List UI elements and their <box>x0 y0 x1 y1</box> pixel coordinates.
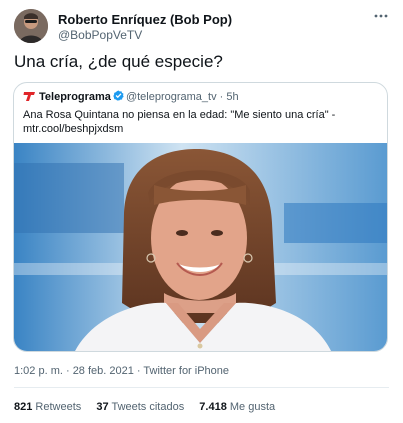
tweet-card: Roberto Enríquez (Bob Pop) @BobPopVeTV U… <box>0 0 403 423</box>
retweets-count: 821 <box>14 401 33 413</box>
retweets-stat[interactable]: 821 Retweets <box>14 401 81 413</box>
quoted-link[interactable]: mtr.cool/beshpjxdsm <box>23 122 363 136</box>
meta-separator: · <box>216 91 227 103</box>
more-horizontal-icon-glyph <box>374 14 388 18</box>
quoted-age[interactable]: 5h <box>226 91 238 103</box>
author-handle[interactable]: @BobPopVeTV <box>58 28 142 42</box>
more-horizontal-icon[interactable] <box>373 9 389 26</box>
avatar-image <box>14 9 48 43</box>
quotes-label: Tweets citados <box>111 401 185 413</box>
likes-label: Me gusta <box>229 401 276 413</box>
retweets-label: Retweets <box>35 401 82 413</box>
avatar[interactable] <box>14 9 48 43</box>
tweet-stats: 821 Retweets 37 Tweets citados 7.418 Me … <box>14 401 287 413</box>
quotes-stat[interactable]: 37 Tweets citados <box>96 401 184 413</box>
quoted-author-handle[interactable]: @teleprograma_tv <box>126 91 217 103</box>
quoted-text: Ana Rosa Quintana no piensa en la edad: … <box>23 108 363 136</box>
likes-count: 7.418 <box>199 401 227 413</box>
verified-badge-icon <box>113 90 124 101</box>
tweet-header: Roberto Enríquez (Bob Pop) @BobPopVeTV <box>14 9 389 45</box>
teleprograma-logo-icon <box>23 90 36 102</box>
divider <box>14 387 389 388</box>
quoted-text-line-1: Ana Rosa Quintana no piensa en la edad: … <box>23 109 336 121</box>
quoted-tweet-header: Teleprograma @teleprograma_tv · 5h <box>23 90 239 106</box>
quoted-author-name[interactable]: Teleprograma <box>39 91 111 103</box>
quotes-count: 37 <box>96 401 109 413</box>
quoted-tweet[interactable]: Teleprograma @teleprograma_tv · 5h Ana R… <box>13 82 388 352</box>
tweet-timestamp[interactable]: 1:02 p. m. · 28 feb. 2021 · Twitter for … <box>14 365 229 377</box>
author-name[interactable]: Roberto Enríquez (Bob Pop) <box>58 12 232 27</box>
likes-stat[interactable]: 7.418 Me gusta <box>199 401 275 413</box>
tweet-text: Una cría, ¿de qué especie? <box>14 52 223 71</box>
quoted-photo[interactable] <box>14 143 387 352</box>
